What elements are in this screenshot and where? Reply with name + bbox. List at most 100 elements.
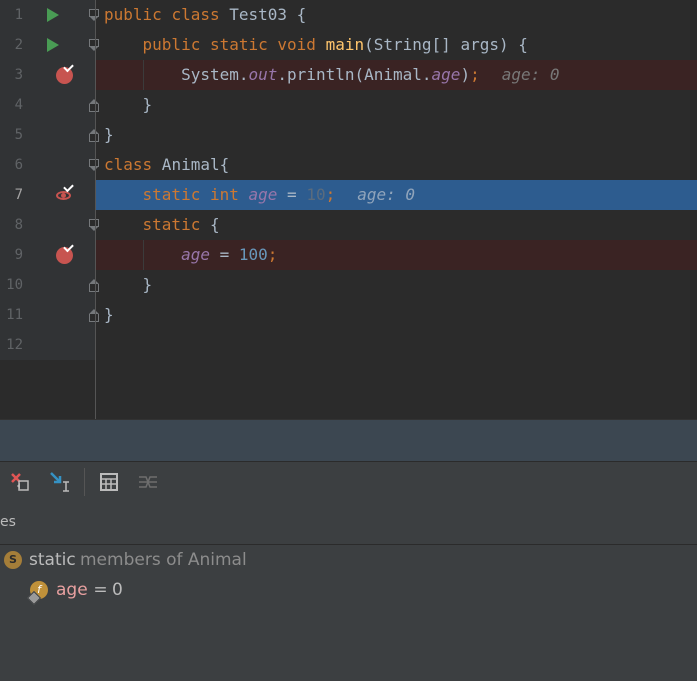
code-token: out bbox=[248, 65, 278, 84]
code-token: } bbox=[104, 305, 114, 324]
code-token: static bbox=[209, 35, 268, 54]
code-line[interactable]: 12 bbox=[0, 330, 697, 360]
line-number: 6 bbox=[14, 157, 23, 173]
code-token: ; bbox=[325, 185, 336, 204]
code-token: } bbox=[104, 125, 114, 144]
code-token: int bbox=[209, 185, 239, 204]
fold-marker-icon[interactable] bbox=[89, 309, 99, 322]
breakpoint-icon[interactable] bbox=[56, 241, 74, 264]
static-badge-icon: S bbox=[4, 551, 22, 569]
code-token: 100 bbox=[238, 245, 268, 264]
debug-panel-header bbox=[0, 419, 697, 462]
line-number: 3 bbox=[14, 67, 23, 83]
code-token: age bbox=[248, 185, 278, 204]
line-number: 11 bbox=[6, 307, 23, 323]
code-token: ; bbox=[267, 245, 278, 264]
field-age-node[interactable]: f age = 0 bbox=[0, 576, 697, 606]
field-equals: = bbox=[88, 580, 114, 600]
static-keyword: static bbox=[29, 550, 76, 570]
code-text: public class Test03 { bbox=[104, 0, 306, 30]
code-token: .println(Animal. bbox=[277, 65, 432, 84]
code-text: static int age = 10; age: 0 bbox=[104, 180, 416, 210]
fold-marker-icon[interactable] bbox=[89, 9, 99, 21]
code-token: static bbox=[142, 185, 201, 204]
code-token: public bbox=[142, 35, 201, 54]
code-line[interactable]: 5} bbox=[0, 120, 697, 150]
line-number: 2 bbox=[14, 37, 23, 53]
code-token: class bbox=[171, 5, 220, 24]
line-number: 10 bbox=[6, 277, 23, 293]
code-token: static bbox=[142, 215, 201, 234]
evaluate-expression-icon[interactable] bbox=[97, 470, 121, 494]
field-watchpoint-icon[interactable] bbox=[56, 181, 74, 202]
line-number: 1 bbox=[14, 7, 23, 23]
code-line[interactable]: 8 static { bbox=[0, 210, 697, 240]
line-number: 7 bbox=[14, 187, 23, 203]
variables-tab-label: es bbox=[0, 514, 16, 530]
fold-marker-icon[interactable] bbox=[89, 219, 99, 231]
code-token: System. bbox=[104, 65, 249, 84]
code-token: 10 bbox=[306, 185, 326, 204]
code-token: main bbox=[325, 35, 365, 54]
code-token: { bbox=[200, 215, 220, 234]
fold-marker-icon[interactable] bbox=[89, 39, 99, 51]
code-token: ; bbox=[470, 65, 480, 84]
fold-marker-icon[interactable] bbox=[89, 99, 99, 112]
run-arrow-icon[interactable] bbox=[47, 8, 59, 22]
code-text: static { bbox=[104, 210, 220, 240]
inline-debug-value: age: 0 bbox=[357, 185, 416, 204]
code-line[interactable]: 7 static int age = 10; age: 0 bbox=[0, 180, 697, 210]
code-token: (String[] args) { bbox=[364, 35, 528, 54]
code-token: = bbox=[209, 245, 239, 264]
trace-current-stream-icon[interactable] bbox=[136, 470, 160, 494]
code-token: Animal{ bbox=[152, 155, 230, 174]
code-token: = bbox=[277, 185, 307, 204]
inline-debug-value: age: 0 bbox=[501, 65, 560, 84]
code-text: class Animal{ bbox=[104, 150, 229, 180]
code-text: age = 100; bbox=[104, 240, 277, 270]
code-line[interactable]: 11} bbox=[0, 300, 697, 330]
code-text: public static void main(String[] args) { bbox=[104, 30, 528, 60]
variables-tab-header[interactable]: es bbox=[0, 502, 697, 545]
code-token: age bbox=[431, 65, 461, 84]
code-line[interactable]: 2 public static void main(String[] args)… bbox=[0, 30, 697, 60]
fold-marker-icon[interactable] bbox=[89, 159, 99, 171]
code-text: System.out.println(Animal.age); age: 0 bbox=[104, 60, 560, 90]
code-text: } bbox=[104, 300, 114, 330]
code-line[interactable]: 9 age = 100; bbox=[0, 240, 697, 270]
run-arrow-icon[interactable] bbox=[47, 38, 59, 52]
field-name: age bbox=[56, 580, 88, 600]
line-number: 4 bbox=[14, 97, 23, 113]
fold-marker-icon[interactable] bbox=[89, 279, 99, 292]
code-text: } bbox=[104, 120, 114, 150]
code-token: age bbox=[181, 245, 210, 264]
code-editor[interactable]: 12 11} 10 } 9 age = 100; 8 static {7 static … bbox=[0, 0, 697, 419]
variables-tree: S static members of Animal f age = 0 bbox=[0, 545, 697, 681]
code-line[interactable]: 3 System.out.println(Animal.age); age: 0 bbox=[0, 60, 697, 90]
fold-marker-icon[interactable] bbox=[89, 129, 99, 142]
code-token: class bbox=[104, 155, 153, 174]
static-members-label: members of Animal bbox=[80, 550, 247, 570]
static-members-node[interactable]: S static members of Animal bbox=[0, 546, 697, 574]
code-line[interactable]: 4 } bbox=[0, 90, 697, 120]
code-text: } bbox=[104, 270, 153, 300]
drop-frame-icon[interactable] bbox=[8, 470, 32, 494]
run-to-cursor-icon[interactable] bbox=[48, 470, 72, 494]
breakpoint-icon[interactable] bbox=[56, 61, 74, 84]
gutter-separator bbox=[95, 0, 96, 419]
code-line[interactable]: 10 } bbox=[0, 270, 697, 300]
code-token: Test03 { bbox=[219, 5, 307, 24]
code-token: } bbox=[104, 95, 153, 114]
code-token: void bbox=[277, 35, 316, 54]
code-token: ) bbox=[460, 65, 471, 84]
code-line[interactable]: 1 public class Test03 { bbox=[0, 0, 697, 30]
debug-toolbar bbox=[0, 461, 697, 503]
code-line[interactable]: 6 class Animal{ bbox=[0, 150, 697, 180]
